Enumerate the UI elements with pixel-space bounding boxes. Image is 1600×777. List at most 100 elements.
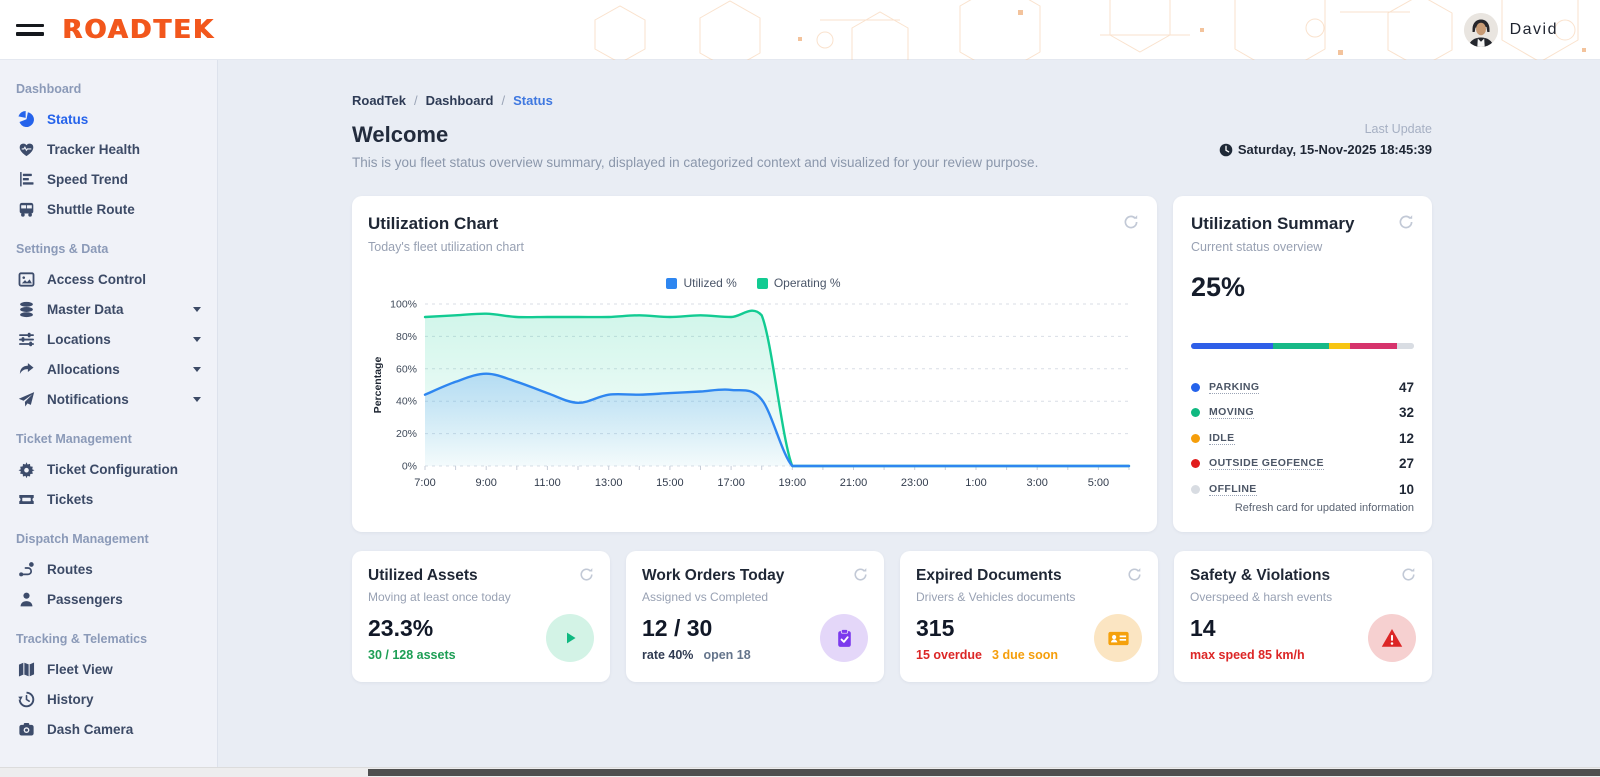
- chevron-down-icon: [193, 306, 201, 312]
- stat-card-title: Safety & Violations: [1190, 567, 1331, 584]
- sidebar-item-history[interactable]: History: [0, 684, 217, 714]
- status-label-link[interactable]: PARKING: [1209, 381, 1260, 394]
- sidebar-item-label: Status: [47, 111, 89, 127]
- bar-segment-moving: [1272, 343, 1329, 349]
- sidebar-item-passengers[interactable]: Passengers: [0, 584, 217, 614]
- sidebar-section-ticket-management: Ticket Management: [16, 432, 132, 446]
- legend-item-operating[interactable]: Operating %: [756, 276, 841, 290]
- breadcrumb-dashboard[interactable]: Dashboard: [426, 93, 494, 108]
- svg-text:7:00: 7:00: [414, 477, 435, 489]
- status-label-link[interactable]: MOVING: [1209, 406, 1254, 420]
- sidebar-item-tickets[interactable]: Tickets: [0, 484, 217, 514]
- sidebar-item-label: Master Data: [47, 301, 124, 317]
- sidebar-item-tracker-health[interactable]: Tracker Health: [0, 134, 217, 164]
- status-row-offline: OFFLINE 10: [1191, 477, 1414, 503]
- legend-swatch: [666, 277, 678, 289]
- sidebar-item-master-data[interactable]: Master Data: [0, 294, 217, 324]
- status-label-link[interactable]: IDLE: [1209, 432, 1235, 445]
- refresh-icon[interactable]: [1127, 567, 1142, 582]
- stat-detail: 15 overdue: [916, 647, 983, 662]
- expired-documents-card: Expired Documents Drivers & Vehicles doc…: [900, 551, 1158, 682]
- heart-icon: [18, 141, 35, 158]
- stat-detail: open 18: [703, 647, 751, 662]
- refresh-icon[interactable]: [579, 567, 594, 582]
- sidebar-item-speed-trend[interactable]: Speed Trend: [0, 164, 217, 194]
- avatar: [1463, 12, 1498, 47]
- stat-card-subtitle: Drivers & Vehicles documents: [916, 590, 1076, 604]
- status-row-outside-geofence: OUTSIDE GEOFENCE 27: [1191, 451, 1414, 477]
- refresh-icon[interactable]: [1398, 214, 1414, 230]
- summary-footer-note: Refresh card for updated information: [1234, 502, 1414, 514]
- utilized-assets-card: Utilized Assets Moving at least once tod…: [352, 551, 610, 682]
- status-row-moving: MOVING 32: [1191, 400, 1414, 426]
- summary-card-title: Utilization Summary: [1191, 214, 1355, 233]
- status-row-parking: PARKING 47: [1191, 375, 1414, 401]
- status-dot: [1191, 459, 1200, 469]
- sidebar-item-label: Tickets: [47, 491, 94, 507]
- share-arrow-icon: [18, 361, 35, 378]
- chart-card-title: Utilization Chart: [368, 214, 499, 233]
- pie-chart-icon: [18, 110, 35, 128]
- status-count: 32: [1398, 405, 1414, 421]
- svg-text:11:00: 11:00: [534, 477, 561, 489]
- sidebar-item-fleet-view[interactable]: Fleet View: [0, 654, 217, 684]
- main-content: RoadTek / Dashboard / Status Welcome This is…: [218, 60, 1600, 777]
- sidebar-item-access-control[interactable]: Access Control: [0, 264, 217, 294]
- breadcrumb-separator: /: [501, 93, 506, 108]
- chevron-down-icon: [193, 396, 201, 402]
- stat-card-title: Utilized Assets: [368, 567, 478, 584]
- stat-detail: rate 40%: [642, 647, 694, 662]
- person-icon: [18, 591, 35, 608]
- sidebar-item-label: Allocations: [47, 361, 120, 377]
- sidebar-item-status[interactable]: Status: [0, 104, 217, 134]
- sidebar-section-dispatch-management: Dispatch Management: [16, 532, 149, 546]
- status-label-link[interactable]: OUTSIDE GEOFENCE: [1209, 457, 1324, 471]
- user-menu[interactable]: David: [1463, 12, 1558, 47]
- sidebar-item-allocations[interactable]: Allocations: [0, 354, 217, 384]
- ticket-icon: [18, 491, 35, 508]
- breadcrumb: RoadTek / Dashboard / Status: [352, 93, 1432, 108]
- horizontal-scrollbar: [0, 767, 1600, 777]
- svg-text:19:00: 19:00: [779, 477, 807, 489]
- last-update-label: Last Update: [1364, 122, 1432, 136]
- refresh-icon[interactable]: [1123, 214, 1139, 230]
- bar-segment-offline: [1396, 343, 1414, 349]
- clock-icon: [1219, 143, 1233, 156]
- app-logo: ROADTEK: [62, 14, 215, 45]
- sidebar-item-ticket-configuration[interactable]: Ticket Configuration: [0, 454, 217, 484]
- summary-card-subtitle: Current status overview: [1191, 240, 1323, 254]
- status-label-link[interactable]: OFFLINE: [1209, 483, 1257, 496]
- menu-hamburger-icon[interactable]: [16, 22, 44, 38]
- stat-card-subtitle: Overspeed & harsh events: [1190, 590, 1333, 604]
- legend-item-utilized[interactable]: Utilized %: [666, 276, 737, 290]
- bar-segment-parking: [1191, 343, 1273, 349]
- legend-swatch: [756, 277, 768, 289]
- safety-violations-card: Safety & Violations Overspeed & harsh ev…: [1174, 551, 1432, 682]
- sidebar-item-label: Speed Trend: [47, 171, 129, 187]
- refresh-icon[interactable]: [1401, 567, 1416, 582]
- chevron-down-icon: [193, 336, 201, 342]
- scrollbar-thumb[interactable]: [368, 769, 1600, 776]
- sidebar-item-notifications[interactable]: Notifications: [0, 384, 217, 414]
- stat-detail: 3 due soon: [992, 647, 1058, 662]
- status-count: 12: [1398, 430, 1414, 446]
- breadcrumb-roadtek[interactable]: RoadTek: [352, 93, 406, 108]
- sidebar-section-tracking-telematics: Tracking & Telematics: [16, 632, 148, 646]
- sliders-icon: [18, 331, 35, 348]
- status-dot: [1191, 484, 1200, 494]
- stat-detail: max speed 85 km/h: [1190, 647, 1305, 662]
- sidebar-item-routes[interactable]: Routes: [0, 554, 217, 584]
- stat-card-subtitle: Moving at least once today: [368, 590, 511, 604]
- svg-text:17:00: 17:00: [717, 477, 745, 489]
- breadcrumb-status: Status: [513, 93, 553, 108]
- refresh-icon[interactable]: [853, 567, 868, 582]
- sidebar-section-settings-data: Settings & Data: [16, 242, 109, 256]
- svg-text:20%: 20%: [396, 428, 417, 440]
- utilization-chart-card: Utilization Chart Today's fleet utilizat…: [352, 196, 1157, 532]
- svg-text:13:00: 13:00: [595, 477, 623, 489]
- sidebar-item-dash-camera[interactable]: Dash Camera: [0, 714, 217, 744]
- bus-icon: [18, 201, 35, 218]
- play-icon: [546, 614, 594, 662]
- sidebar-item-locations[interactable]: Locations: [0, 324, 217, 354]
- sidebar-item-shuttle-route[interactable]: Shuttle Route: [0, 194, 217, 224]
